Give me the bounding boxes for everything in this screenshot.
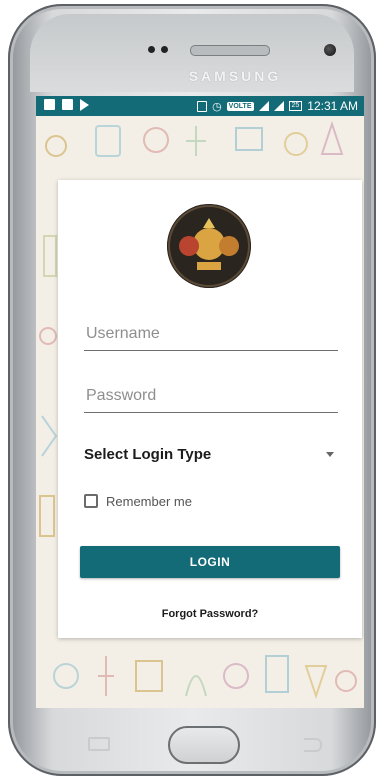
earpiece-speaker [190,45,270,56]
password-input[interactable] [84,380,342,412]
status-time: 12:31 AM [307,99,358,113]
phone-top-bezel: SAMSUNG [30,14,354,92]
remember-me-checkbox[interactable] [84,494,98,508]
image-icon [62,99,73,110]
battery-icon: 25 [288,101,303,111]
front-sensor [161,46,168,53]
home-button[interactable] [168,726,240,764]
login-type-label: Select Login Type [84,445,212,463]
volte-icon: VOLTE [226,101,254,111]
login-card: Select Login Type Remember me LOGIN Forg… [58,180,362,638]
image-icon [44,99,55,110]
signal-icon [258,101,269,111]
vibrate-icon [197,100,208,112]
login-button[interactable]: LOGIN [80,546,340,578]
back-icon[interactable] [304,738,322,752]
username-field-wrapper [84,318,342,351]
play-icon [80,99,89,111]
institute-logo [167,204,251,288]
front-camera-icon [324,44,336,56]
remember-me-label: Remember me [106,493,192,509]
recents-icon[interactable] [88,737,110,751]
chevron-down-icon [326,451,334,457]
status-bar: ◷ VOLTE 25 12:31 AM [36,96,364,116]
password-field-wrapper [84,380,342,413]
alarm-icon: ◷ [212,100,222,113]
phone-frame: SAMSUNG ◷ VOLTE 25 12:31 AM Username Sel… [8,4,376,776]
remember-me-toggle[interactable]: Remember me [84,490,192,512]
login-type-select[interactable]: Select Login Type [84,438,338,470]
username-input[interactable] [84,318,342,350]
signal-icon [273,101,284,111]
front-sensor [148,46,155,53]
app-screen: ◷ VOLTE 25 12:31 AM Username Select Logi… [36,96,364,708]
brand-logo: SAMSUNG [188,68,282,84]
forgot-password-link[interactable]: Forgot Password? [58,608,362,620]
